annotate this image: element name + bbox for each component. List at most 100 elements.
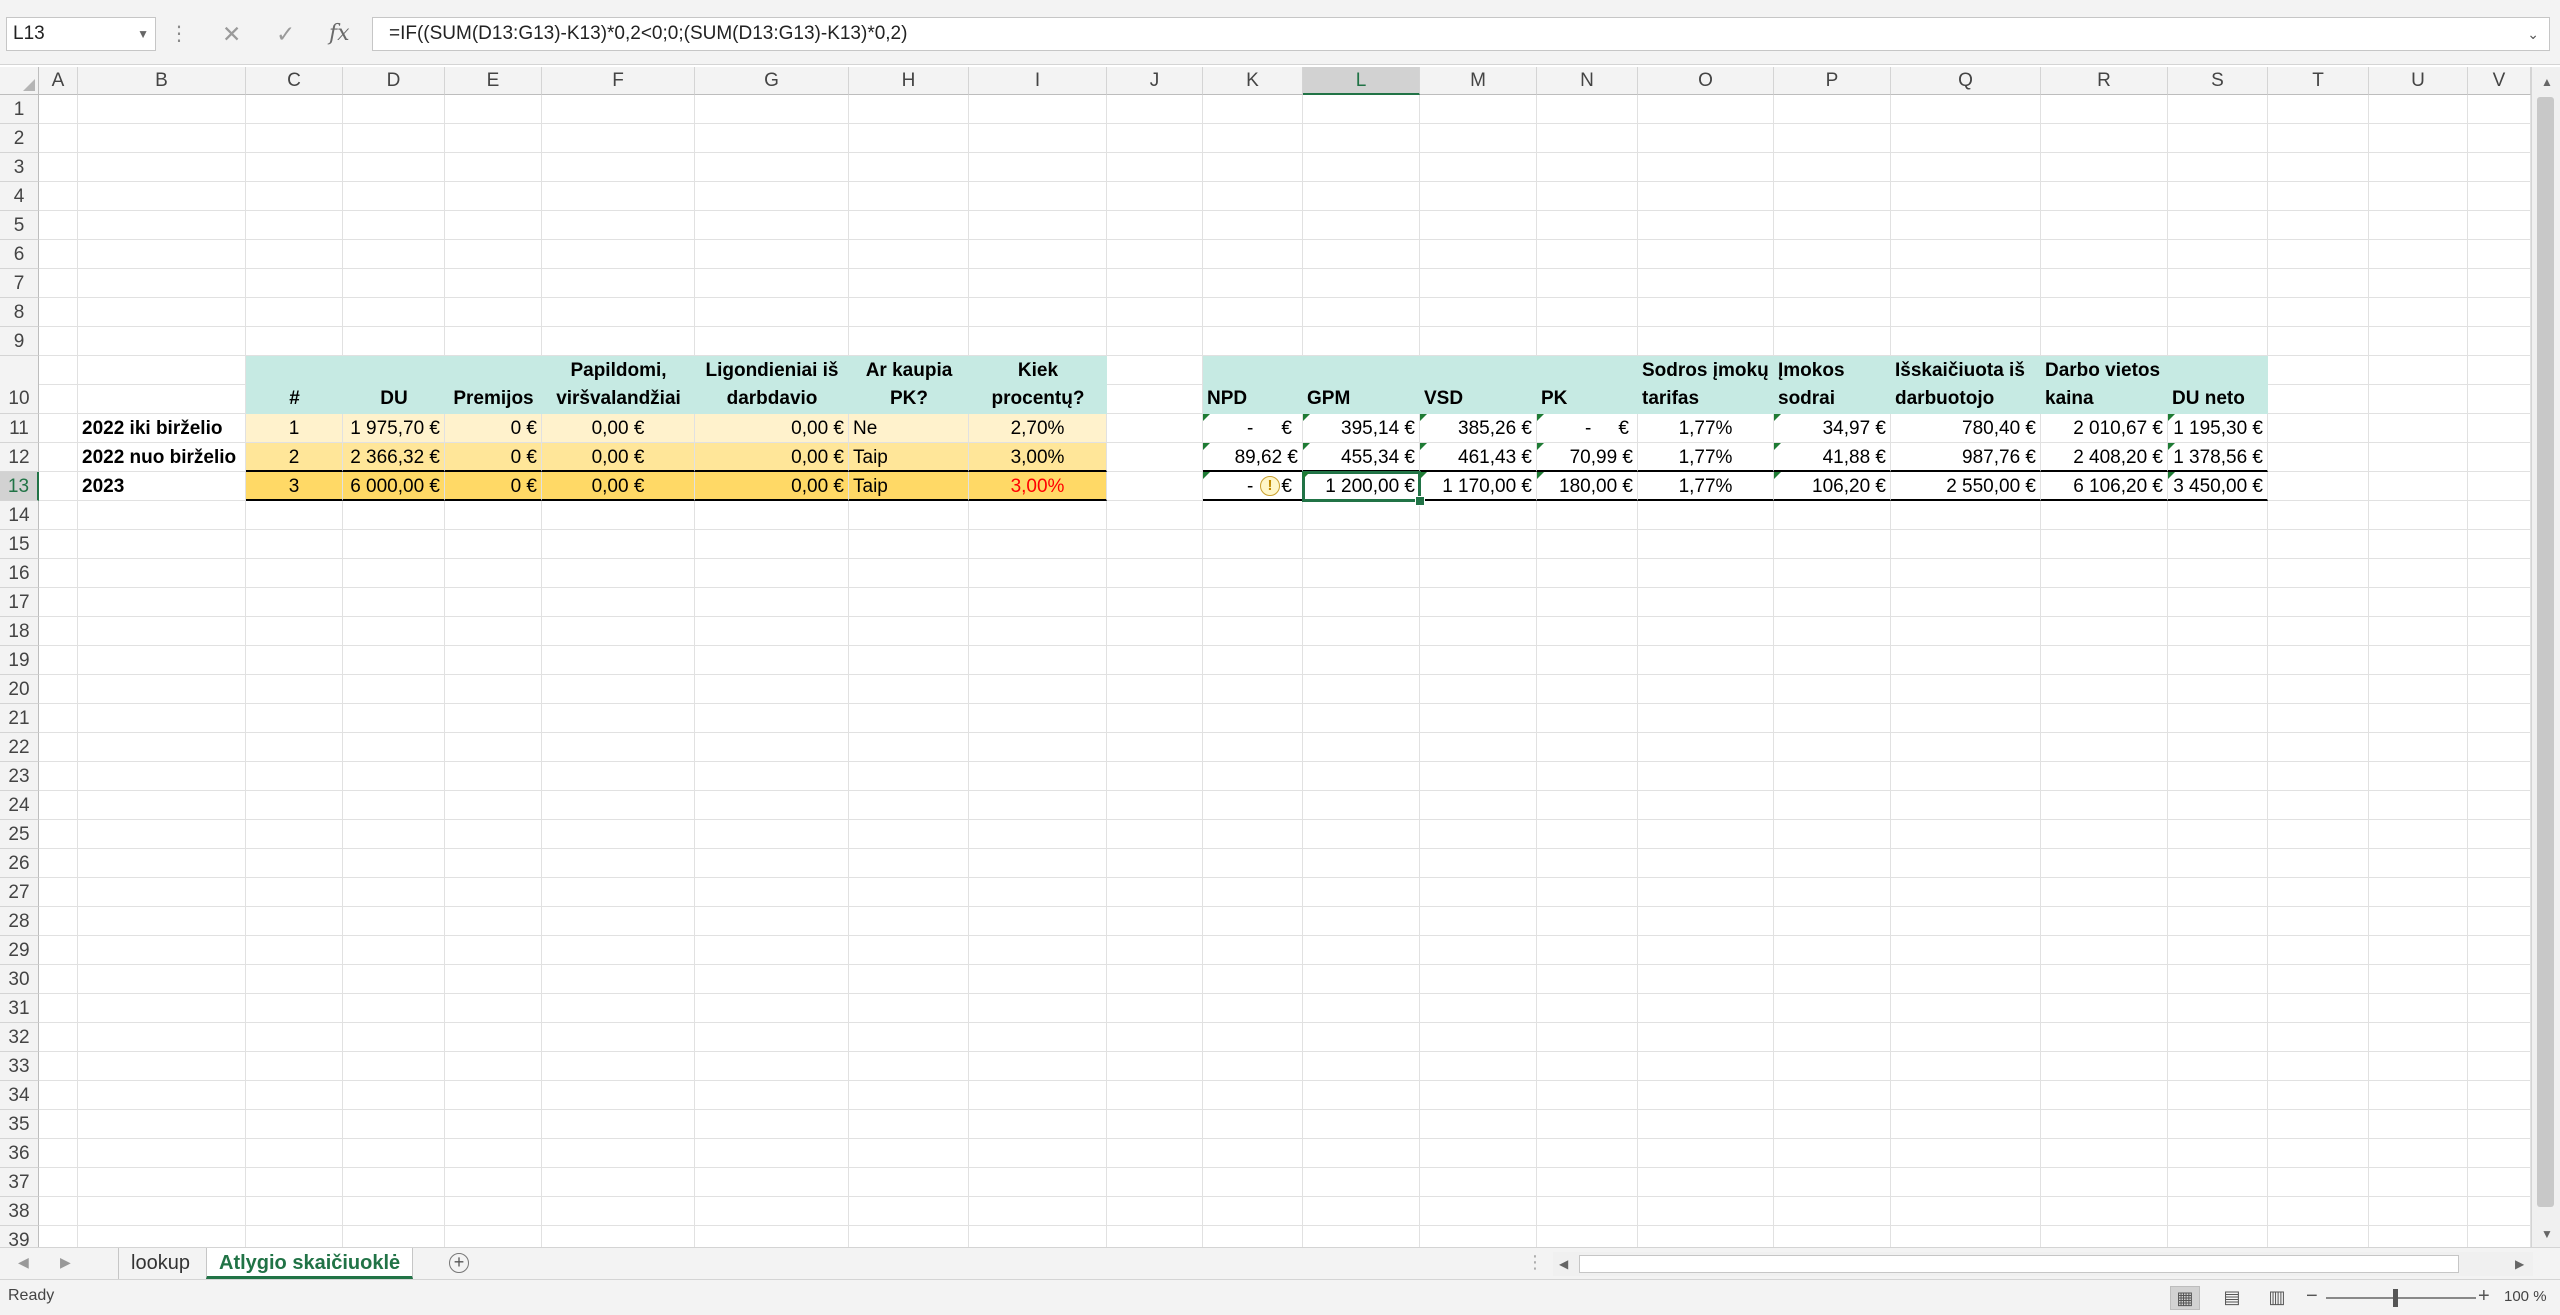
expand-formula-icon[interactable]: ⌄	[2527, 18, 2539, 50]
cell-l12[interactable]: 455,34 €	[1303, 443, 1420, 472]
row-header-16[interactable]: 16	[0, 559, 39, 588]
row-header-21[interactable]: 21	[0, 704, 39, 733]
row-header-32[interactable]: 32	[0, 1023, 39, 1052]
cell-p12[interactable]: 41,88 €	[1774, 443, 1891, 472]
cell-l11[interactable]: 395,14 €	[1303, 414, 1420, 443]
cancel-icon[interactable]: ✕	[222, 17, 241, 51]
cell-s11[interactable]: 1 195,30 €	[2168, 414, 2268, 443]
row-header-24[interactable]: 24	[0, 791, 39, 820]
enter-icon[interactable]: ✓	[276, 17, 295, 51]
horizontal-scrollbar[interactable]: ◀ ▶	[1553, 1252, 2533, 1276]
header-cell-s10[interactable]: DU neto	[2168, 356, 2268, 414]
row-header-19[interactable]: 19	[0, 646, 39, 675]
cell-l13[interactable]: 1 200,00 €	[1302, 471, 1421, 502]
name-box[interactable]: L13 ▼	[6, 17, 156, 51]
row-header-4[interactable]: 4	[0, 182, 39, 211]
cell-m13[interactable]: 1 170,00 €	[1420, 472, 1537, 501]
row-header-34[interactable]: 34	[0, 1081, 39, 1110]
cell-p11[interactable]: 34,97 €	[1774, 414, 1891, 443]
column-header-j[interactable]: J	[1107, 67, 1203, 95]
column-header-c[interactable]: C	[246, 67, 343, 95]
row-label-12[interactable]: 2022 nuo birželio	[78, 443, 246, 472]
header-cell-p10[interactable]: Įmokos sodrai	[1774, 356, 1891, 414]
header-cell-d10[interactable]: DU	[343, 356, 445, 414]
cell-i12[interactable]: 3,00%	[969, 443, 1107, 472]
row-header-11[interactable]: 11	[0, 414, 39, 443]
row-label-13[interactable]: 2023	[78, 472, 246, 501]
insert-function-icon[interactable]: fx	[329, 17, 350, 51]
row-header-7[interactable]: 7	[0, 269, 39, 298]
column-header-b[interactable]: B	[78, 67, 246, 95]
row-header-5[interactable]: 5	[0, 211, 39, 240]
cell-p13[interactable]: 106,20 €	[1774, 472, 1891, 501]
row-header-36[interactable]: 36	[0, 1139, 39, 1168]
row-header-17[interactable]: 17	[0, 588, 39, 617]
header-cell-q10[interactable]: Išskaičiuota iš darbuotojo	[1891, 356, 2041, 414]
header-cell-m10[interactable]: VSD	[1420, 356, 1537, 414]
more-options-icon[interactable]: ⋮	[169, 17, 189, 51]
header-cell-l10[interactable]: GPM	[1303, 356, 1420, 414]
cell-e13[interactable]: 0 €	[445, 472, 542, 501]
cell-m11[interactable]: 385,26 €	[1420, 414, 1537, 443]
cell-g12[interactable]: 0,00 €	[695, 443, 849, 472]
row-header-13[interactable]: 13	[0, 472, 39, 501]
zoom-slider[interactable]	[2326, 1297, 2476, 1299]
column-header-k[interactable]: K	[1203, 67, 1303, 95]
cell-q12[interactable]: 987,76 €	[1891, 443, 2041, 472]
scroll-right-icon[interactable]: ▶	[2515, 1257, 2524, 1271]
row-header-31[interactable]: 31	[0, 994, 39, 1023]
column-header-h[interactable]: H	[849, 67, 969, 95]
header-cell-o10[interactable]: Sodros įmokų tarifas	[1638, 356, 1774, 414]
cell-e11[interactable]: 0 €	[445, 414, 542, 443]
page-break-preview-icon[interactable]: ▥	[2262, 1286, 2292, 1310]
cell-f11[interactable]: 0,00 €	[542, 414, 695, 443]
scroll-left-icon[interactable]: ◀	[1559, 1257, 1568, 1271]
row-header-9[interactable]: 9	[0, 327, 39, 356]
column-header-v[interactable]: V	[2468, 67, 2531, 95]
cell-r11[interactable]: 2 010,67 €	[2041, 414, 2168, 443]
row-header-10[interactable]: 10	[0, 356, 39, 414]
row-header-6[interactable]: 6	[0, 240, 39, 269]
row-header-30[interactable]: 30	[0, 965, 39, 994]
cell-d13[interactable]: 6 000,00 €	[343, 472, 445, 501]
row-header-35[interactable]: 35	[0, 1110, 39, 1139]
zoom-out-icon[interactable]: −	[2306, 1285, 2318, 1308]
tab-next-icon[interactable]: ▶	[60, 1254, 71, 1271]
cell-h13[interactable]: Taip	[849, 472, 969, 501]
column-header-l[interactable]: L	[1303, 67, 1420, 95]
column-header-s[interactable]: S	[2168, 67, 2268, 95]
cell-k12[interactable]: 89,62 €	[1203, 443, 1303, 472]
row-label-11[interactable]: 2022 iki birželio	[78, 414, 246, 443]
row-header-20[interactable]: 20	[0, 675, 39, 704]
cell-m12[interactable]: 461,43 €	[1420, 443, 1537, 472]
header-cell-c10[interactable]: #	[246, 356, 343, 414]
cell-o13[interactable]: 1,77%	[1638, 472, 1774, 501]
horizontal-scroll-thumb[interactable]	[1579, 1255, 2459, 1273]
cell-o11[interactable]: 1,77%	[1638, 414, 1774, 443]
row-header-1[interactable]: 1	[0, 95, 39, 124]
sheet-tab-lookup[interactable]: lookup	[118, 1248, 202, 1279]
column-header-r[interactable]: R	[2041, 67, 2168, 95]
scroll-down-icon[interactable]: ▼	[2541, 1227, 2553, 1241]
row-header-38[interactable]: 38	[0, 1197, 39, 1226]
row-header-37[interactable]: 37	[0, 1168, 39, 1197]
cell-q11[interactable]: 780,40 €	[1891, 414, 2041, 443]
row-header-8[interactable]: 8	[0, 298, 39, 327]
column-header-u[interactable]: U	[2369, 67, 2468, 95]
row-header-23[interactable]: 23	[0, 762, 39, 791]
cell-k11[interactable]: - €	[1203, 414, 1303, 443]
cell-i11[interactable]: 2,70%	[969, 414, 1107, 443]
cell-d12[interactable]: 2 366,32 €	[343, 443, 445, 472]
tab-prev-icon[interactable]: ◀	[18, 1254, 29, 1271]
cell-r13[interactable]: 6 106,20 €	[2041, 472, 2168, 501]
row-header-29[interactable]: 29	[0, 936, 39, 965]
column-header-i[interactable]: I	[969, 67, 1107, 95]
header-cell-h10[interactable]: Ar kaupia PK?	[849, 356, 969, 414]
column-header-e[interactable]: E	[445, 67, 542, 95]
cell-n13[interactable]: 180,00 €	[1537, 472, 1638, 501]
chevron-down-icon[interactable]: ▼	[137, 18, 149, 50]
cell-n12[interactable]: 70,99 €	[1537, 443, 1638, 472]
row-header-14[interactable]: 14	[0, 501, 39, 530]
cell-n11[interactable]: - €	[1537, 414, 1638, 443]
column-header-f[interactable]: F	[542, 67, 695, 95]
